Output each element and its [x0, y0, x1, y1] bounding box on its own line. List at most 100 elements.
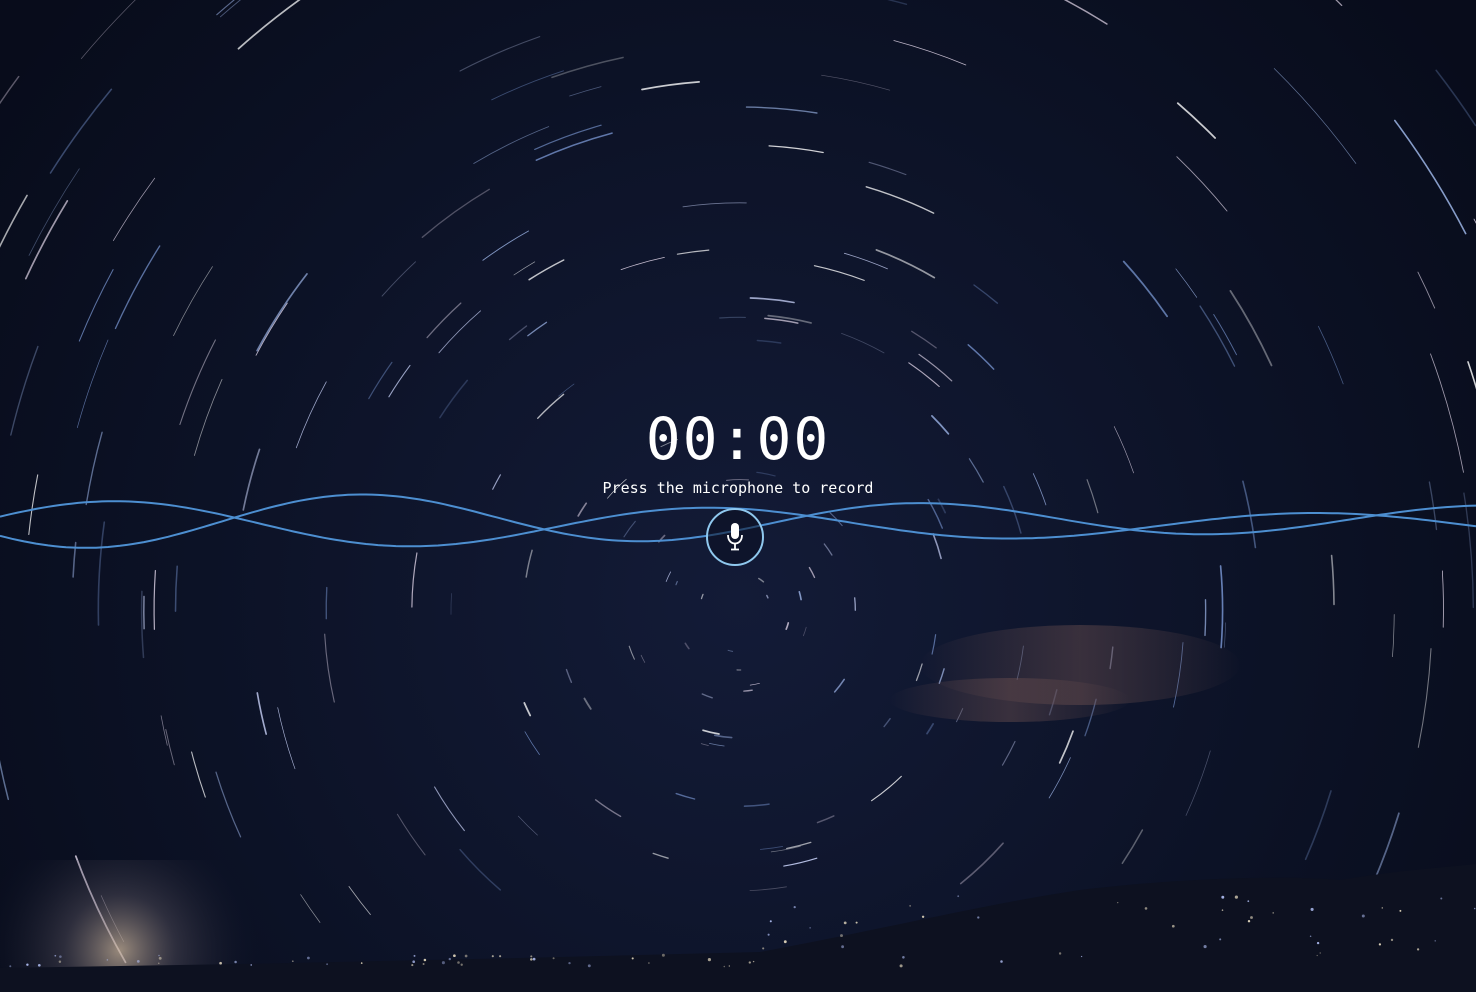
city-light — [762, 947, 765, 950]
city-light — [1473, 907, 1476, 910]
city-light — [1309, 935, 1312, 937]
city-light — [413, 954, 416, 957]
city-light — [568, 961, 571, 965]
record-hint: Press the microphone to record — [602, 479, 874, 497]
city-light — [491, 955, 494, 958]
city-light — [748, 961, 751, 964]
microphone-icon — [727, 523, 743, 551]
city-light — [899, 964, 903, 968]
city-light — [855, 921, 858, 924]
city-light — [1416, 948, 1420, 951]
city-light — [530, 958, 533, 961]
city-light — [158, 956, 162, 960]
city-light — [707, 958, 711, 962]
city-light — [106, 959, 109, 961]
city-light — [752, 960, 755, 963]
city-light — [37, 963, 41, 967]
city-light — [1000, 960, 1003, 963]
city-light — [1221, 895, 1225, 899]
city-light — [809, 927, 811, 929]
city-light — [460, 963, 463, 966]
city-light — [530, 955, 533, 958]
city-light — [136, 960, 140, 963]
city-light — [587, 964, 591, 968]
city-light — [412, 960, 416, 964]
city-light — [59, 955, 62, 958]
city-light — [158, 954, 160, 957]
city-light — [841, 945, 845, 949]
city-light — [54, 954, 57, 957]
star-trail — [719, 316, 746, 319]
cloud — [890, 678, 1130, 722]
city-light — [360, 962, 363, 964]
city-light — [728, 965, 730, 967]
city-light — [1316, 954, 1318, 957]
record-button[interactable] — [706, 508, 764, 566]
city-light — [1144, 907, 1148, 910]
recorder-screen: 00:00 Press the microphone to record — [0, 0, 1476, 992]
city-light — [326, 963, 328, 966]
city-light — [307, 956, 310, 960]
city-light — [1080, 955, 1083, 958]
city-light — [840, 934, 843, 938]
city-light — [1361, 914, 1365, 918]
timer-display: 00:00 — [645, 405, 831, 473]
city-light — [158, 962, 160, 964]
city-light — [843, 921, 847, 925]
city-light — [58, 960, 62, 964]
city-light — [723, 965, 726, 968]
city-light — [1247, 900, 1250, 903]
city-light — [457, 961, 460, 964]
city-light — [552, 957, 555, 960]
star-trail — [1204, 599, 1207, 637]
city-light — [26, 963, 29, 966]
city-light — [1378, 943, 1382, 946]
city-light — [1399, 909, 1402, 912]
city-light — [977, 916, 980, 919]
city-light — [9, 965, 12, 968]
city-light — [464, 954, 468, 958]
city-light — [441, 961, 445, 965]
city-light — [1316, 941, 1320, 945]
city-light — [1058, 952, 1062, 955]
city-light — [1310, 907, 1314, 911]
city-light — [1171, 924, 1175, 928]
city-light — [1440, 897, 1443, 900]
city-light — [1247, 919, 1251, 923]
city-light — [793, 905, 796, 909]
city-light — [631, 957, 634, 960]
city-light — [1219, 938, 1222, 941]
city-light — [1390, 938, 1394, 942]
city-light — [499, 955, 502, 958]
city-light — [1221, 909, 1224, 911]
city-light — [1381, 907, 1384, 909]
star-trail — [325, 586, 328, 620]
city-light — [957, 895, 960, 898]
city-light — [769, 920, 772, 923]
city-light — [648, 962, 650, 964]
city-light — [1250, 916, 1253, 919]
city-light — [783, 940, 787, 944]
city-light — [1319, 952, 1321, 954]
city-light — [902, 956, 905, 959]
city-light — [250, 964, 252, 966]
city-light — [767, 933, 770, 936]
city-light — [448, 957, 451, 961]
city-light — [411, 964, 414, 967]
star-trail — [766, 594, 769, 599]
city-light — [453, 954, 456, 958]
city-light — [291, 960, 294, 963]
city-light — [1434, 940, 1436, 942]
city-light — [1117, 901, 1119, 904]
star-trail — [854, 597, 856, 611]
city-light — [234, 960, 237, 964]
city-light — [532, 957, 536, 961]
city-light — [1272, 912, 1274, 914]
city-light — [661, 953, 665, 957]
city-light — [423, 958, 427, 962]
city-light — [1234, 895, 1238, 899]
city-light — [1203, 945, 1207, 949]
city-light — [921, 915, 925, 918]
city-light — [219, 961, 222, 965]
city-light — [422, 962, 425, 966]
